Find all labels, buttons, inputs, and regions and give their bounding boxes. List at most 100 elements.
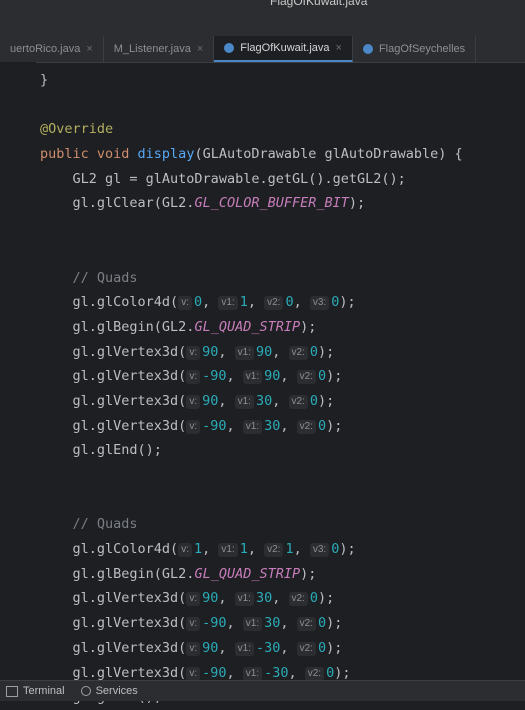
number-literal: 90 — [264, 368, 281, 385]
title-bar: FlagOfKuwait.java — [0, 0, 525, 34]
number-literal: 30 — [255, 590, 273, 607]
services-button[interactable]: Services — [80, 685, 138, 697]
code-text: gl.glVertex3d( — [72, 639, 187, 656]
parameter-hint: v: — [178, 543, 192, 558]
services-icon — [80, 686, 91, 696]
parameter-hint: v: — [186, 370, 201, 385]
parameter-hint: v2: — [296, 419, 316, 434]
number-literal: 90 — [202, 343, 219, 360]
method-name: display — [137, 146, 195, 163]
parameter-hint: v: — [186, 617, 201, 632]
code-text: ); — [326, 639, 343, 656]
parameter-hint: v2: — [288, 394, 308, 409]
code-text: ); — [339, 294, 356, 311]
close-icon[interactable]: × — [336, 42, 342, 54]
close-icon[interactable]: × — [197, 43, 203, 55]
number-literal: -90 — [202, 368, 227, 385]
code-line: // Quads — [40, 512, 525, 537]
comment: // Quads — [72, 516, 138, 533]
code-line: public void display(GLAutoDrawable glAut… — [40, 142, 525, 167]
parameter-hint: v3: — [309, 296, 330, 311]
tab-label: FlagOfSeychelles — [378, 43, 466, 55]
code-line: gl.glVertex3d(v: -90, v1: 30, v2: 0); — [72, 615, 343, 632]
java-file-icon — [224, 43, 235, 53]
parameter-hint: v1: — [242, 370, 263, 385]
constant: GL_COLOR_BUFFER_BIT — [194, 195, 349, 212]
code-line: gl.glVertex3d(v: -90, v1: 90, v2: 0); — [72, 368, 343, 385]
line-gutter — [0, 62, 36, 674]
tab-label: uertoRico.java — [10, 43, 81, 55]
code-text: gl.glVertex3d( — [72, 343, 187, 360]
code-line: gl.glBegin(GL2.GL_QUAD_STRIP); — [40, 562, 525, 587]
parameter-hint: v: — [186, 394, 201, 409]
code-text: ); — [300, 318, 317, 335]
number-literal: 0 — [285, 294, 294, 311]
code-text: ); — [317, 392, 335, 409]
number-literal: 0 — [317, 615, 327, 632]
parameter-hint: v: — [178, 296, 192, 311]
parameter-hint: v: — [186, 592, 201, 607]
code-editor[interactable]: } @Override public void display(GLAutoDr… — [40, 68, 525, 705]
code-text: ); — [326, 368, 343, 385]
number-literal: 0 — [309, 590, 318, 607]
code-text: ); — [334, 664, 351, 681]
parameter-hint: v1: — [218, 543, 238, 558]
number-literal: 90 — [202, 639, 219, 656]
code-text: ); — [300, 565, 317, 582]
code-line: @Override — [40, 117, 525, 142]
number-literal: 0 — [309, 343, 318, 360]
code-text: ); — [317, 343, 335, 360]
number-literal: -90 — [202, 417, 227, 434]
parameter-hint: v1: — [234, 641, 254, 656]
close-icon[interactable]: × — [86, 43, 92, 55]
number-literal: 0 — [193, 294, 203, 311]
parameter-hint: v1: — [234, 345, 254, 360]
code-text: gl.glBegin(GL2. — [72, 565, 195, 582]
number-literal: 1 — [193, 541, 203, 558]
number-literal: 0 — [309, 392, 318, 409]
tab-flagofseychelles[interactable]: FlagOfSeychelles — [353, 36, 477, 62]
terminal-icon — [6, 685, 18, 697]
code-text: ); — [326, 615, 343, 632]
parameter-hint: v: — [186, 666, 201, 681]
code-line: gl.glVertex3d(v: 90, v1: 30, v2: 0); — [72, 590, 335, 607]
parameter-hint: v1: — [234, 592, 254, 607]
code-line: gl.glColor4d(v: 0, v1: 1, v2: 0, v3: 0); — [72, 294, 356, 311]
number-literal: -30 — [255, 639, 281, 656]
number-literal: 0 — [317, 639, 327, 656]
code-line: gl.glClear(GL2.GL_COLOR_BUFFER_BIT); — [40, 191, 525, 216]
code-line: gl.glVertex3d(v: -90, v1: 30, v2: 0); — [72, 417, 343, 434]
number-literal: 0 — [317, 417, 327, 434]
annotation: @Override — [40, 121, 114, 138]
tab-puertorico[interactable]: uertoRico.java × — [0, 36, 104, 62]
parameter-hint: v1: — [234, 394, 254, 409]
number-literal: 0 — [326, 664, 335, 681]
code-line: gl.glVertex3d(v: 90, v1: 30, v2: 0); — [72, 392, 335, 409]
number-literal: 0 — [317, 368, 327, 385]
parameter-hint: v: — [186, 419, 201, 434]
number-literal: 90 — [255, 343, 273, 360]
code-line: // Quads — [40, 266, 525, 291]
code-text: gl.glVertex3d( — [72, 615, 187, 632]
code-line: } — [40, 68, 525, 93]
code-text: gl.glVertex3d( — [72, 392, 187, 409]
number-literal: -90 — [202, 615, 227, 632]
number-literal: 30 — [264, 615, 281, 632]
parameter-hint: v2: — [264, 296, 284, 311]
code-text: gl.glBegin(GL2. — [72, 318, 195, 335]
parameter-hint: v2: — [296, 617, 316, 632]
code-line: gl.glEnd(); — [40, 438, 525, 463]
code-line: gl.glVertex3d(v: 90, v1: 90, v2: 0); — [72, 343, 335, 360]
parameter-hint: v2: — [296, 370, 316, 385]
tab-listener[interactable]: M_Listener.java × — [104, 36, 215, 62]
terminal-button[interactable]: Terminal — [6, 685, 65, 697]
tab-flagofkuwait[interactable]: FlagOfKuwait.java × — [214, 36, 353, 62]
status-bar: Terminal Services — [0, 680, 525, 701]
code-text: GL2 gl = glAutoDrawable.getGL().getGL2()… — [72, 170, 406, 187]
brace: } — [40, 72, 49, 88]
code-line: gl.glBegin(GL2.GL_QUAD_STRIP); — [40, 315, 525, 340]
